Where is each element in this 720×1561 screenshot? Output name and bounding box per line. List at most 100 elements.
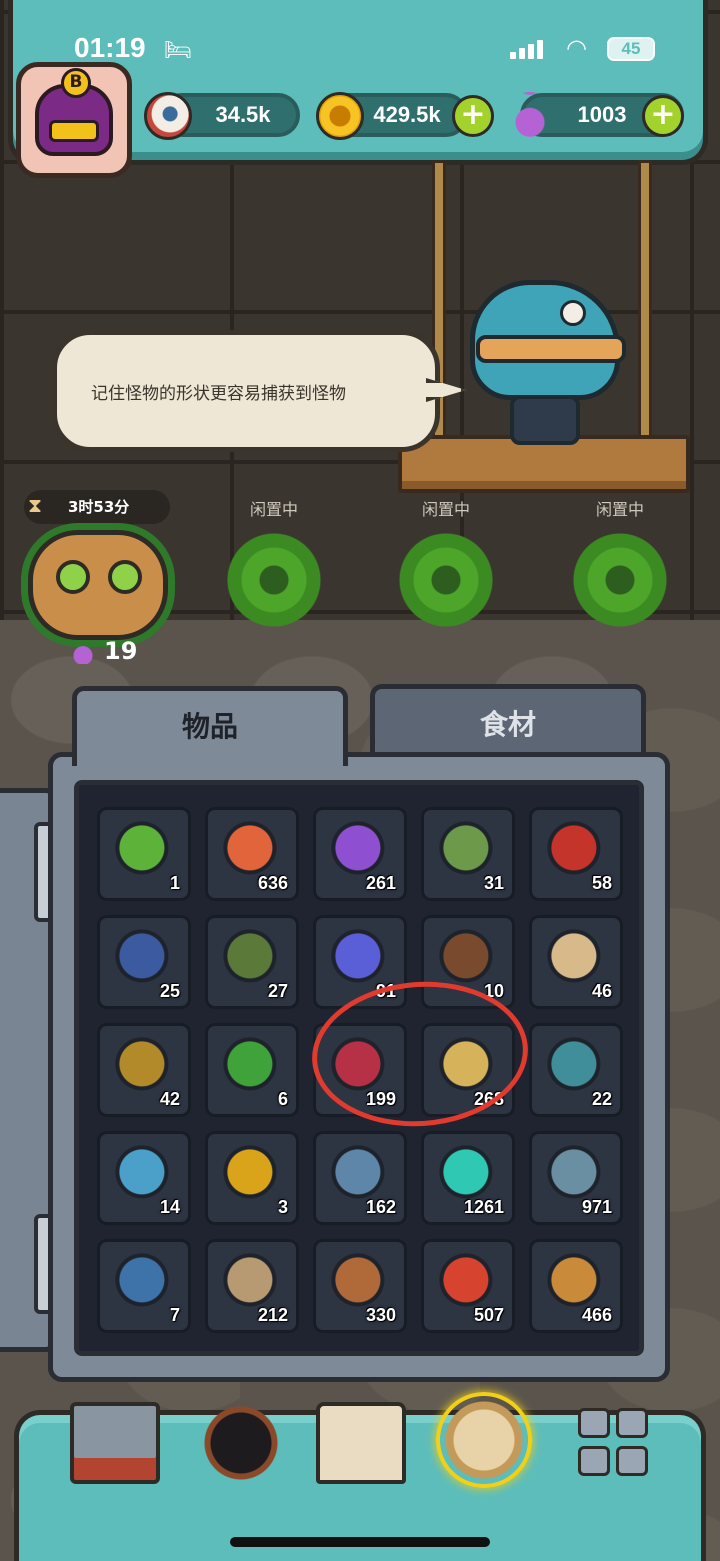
inventory-slot[interactable]: 212	[205, 1239, 299, 1333]
monster-legs	[510, 395, 580, 445]
slot-3-idle-label: 闲置中	[421, 500, 470, 519]
inventory-slot[interactable]: 31	[421, 807, 515, 901]
inventory-slot[interactable]: 636	[205, 807, 299, 901]
slot-2-gear-icon[interactable]	[220, 530, 328, 630]
item-quantity: 162	[365, 1197, 396, 1217]
slot-timer: 3时53分	[24, 490, 170, 524]
inventory-slot[interactable]: 162	[313, 1131, 407, 1225]
inventory-slot[interactable]: 330	[313, 1239, 407, 1333]
home-indicator[interactable]	[230, 1537, 490, 1547]
item-quantity: 6	[277, 1089, 288, 1109]
item-quantity: 1	[169, 873, 180, 893]
slot-monster-eye-left	[56, 560, 90, 594]
item-quantity: 330	[365, 1305, 396, 1325]
item-quantity: 636	[257, 873, 288, 893]
item-quantity: 971	[581, 1197, 612, 1217]
monster-jaw	[476, 335, 626, 363]
slot-potion-count: 19	[104, 637, 138, 665]
green-bottle-icon	[114, 820, 176, 882]
inventory-slot[interactable]: 22	[529, 1023, 623, 1117]
item-quantity: 27	[267, 981, 288, 1001]
swing-rope-right	[638, 160, 652, 480]
add-potions-button[interactable]: +	[642, 95, 684, 137]
tab-items[interactable]: 物品	[72, 686, 348, 766]
item-quantity: 1261	[463, 1197, 504, 1217]
hourglass-icon: ⧗	[28, 493, 43, 517]
item-quantity: 507	[473, 1305, 504, 1325]
slot-monster-eye-right	[108, 560, 142, 594]
coin-icon	[316, 92, 364, 140]
inventory-slot[interactable]: 261	[313, 807, 407, 901]
monster-eye	[560, 300, 586, 326]
inventory-slot[interactable]: 1261	[421, 1131, 515, 1225]
monster-avatar-icon: B	[35, 68, 113, 156]
item-quantity: 22	[591, 1089, 612, 1109]
monster-icon[interactable]	[196, 1402, 286, 1484]
eyeball-count: 34.5k	[215, 102, 271, 127]
item-quantity: 25	[159, 981, 180, 1001]
cellular-signal-icon	[510, 40, 543, 59]
inventory-slot[interactable]: 6	[205, 1023, 299, 1117]
inventory-slot[interactable]: 507	[421, 1239, 515, 1333]
speech-bubble: 记住怪物的形状更容易捕获到怪物	[52, 330, 440, 452]
slot-4-idle-label: 闲置中	[595, 500, 644, 519]
item-quantity: 3	[277, 1197, 288, 1217]
item-quantity: 199	[365, 1089, 396, 1109]
book-icon[interactable]	[316, 1402, 406, 1484]
inventory-slot[interactable]: 58	[529, 807, 623, 901]
eyeball-icon	[144, 92, 192, 140]
player-avatar[interactable]: B	[16, 62, 132, 178]
sleep-mode-icon: 🛏	[164, 38, 192, 63]
rank-badge-icon: B	[61, 68, 91, 98]
status-time: 01:19	[74, 32, 146, 63]
battery-icon: 45	[607, 37, 655, 61]
inventory-slot[interactable]: 268	[421, 1023, 515, 1117]
tab-food-label: 食材	[479, 708, 536, 741]
potion-icon	[506, 92, 554, 140]
item-quantity: 46	[591, 981, 612, 1001]
item-quantity: 212	[257, 1305, 288, 1325]
inventory-slot[interactable]: 3	[205, 1131, 299, 1225]
item-quantity: 91	[375, 981, 396, 1001]
inventory-slot[interactable]: 10	[421, 915, 515, 1009]
inventory-slot[interactable]: 46	[529, 915, 623, 1009]
inventory-slot[interactable]: 27	[205, 915, 299, 1009]
item-quantity: 268	[473, 1089, 504, 1109]
slot-timer-text: 3时53分	[68, 498, 130, 516]
coin-count: 429.5k	[373, 102, 441, 127]
inventory-slot[interactable]: 14	[97, 1131, 191, 1225]
bag-icon[interactable]	[436, 1392, 532, 1488]
item-quantity: 7	[169, 1305, 180, 1325]
potion-count: 1003	[577, 102, 627, 127]
menu-grid-icon[interactable]	[572, 1402, 662, 1484]
inventory-slot[interactable]: 1	[97, 807, 191, 901]
inventory-slot[interactable]: 466	[529, 1239, 623, 1333]
wifi-icon: ◠	[566, 34, 587, 62]
inventory-slot[interactable]: 971	[529, 1131, 623, 1225]
speech-text: 记住怪物的形状更容易捕获到怪物	[91, 383, 346, 404]
item-quantity: 42	[159, 1089, 180, 1109]
slot-2-idle-label: 闲置中	[249, 500, 298, 519]
tab-items-label: 物品	[181, 710, 238, 743]
gold-pentagon-icon	[222, 1144, 284, 1206]
item-quantity: 466	[581, 1305, 612, 1325]
item-quantity: 10	[483, 981, 504, 1001]
inventory-grid: 1 636 261 31 58 25 27 91 10 46 42 6 199 268 22 14 3 162 12…	[74, 780, 644, 1356]
item-quantity: 31	[483, 873, 504, 893]
item-quantity: 261	[365, 873, 396, 893]
slot-3-gear-icon[interactable]	[392, 530, 500, 630]
four-leaf-clover-icon	[222, 1036, 284, 1098]
inventory-slot[interactable]: 91	[313, 915, 407, 1009]
shop-icon[interactable]	[70, 1402, 160, 1484]
inventory-slot[interactable]: 42	[97, 1023, 191, 1117]
add-coins-button[interactable]: +	[452, 95, 494, 137]
inventory-slot[interactable]: 199	[313, 1023, 407, 1117]
slot-4-gear-icon[interactable]	[566, 530, 674, 630]
slot-1-monster[interactable]	[28, 530, 168, 640]
soot-can-icon	[114, 1252, 176, 1314]
inventory-slot[interactable]: 25	[97, 915, 191, 1009]
slot-potion-icon	[72, 640, 94, 664]
inventory-slot[interactable]: 7	[97, 1239, 191, 1333]
item-quantity: 14	[159, 1197, 180, 1217]
item-quantity: 58	[591, 873, 612, 893]
